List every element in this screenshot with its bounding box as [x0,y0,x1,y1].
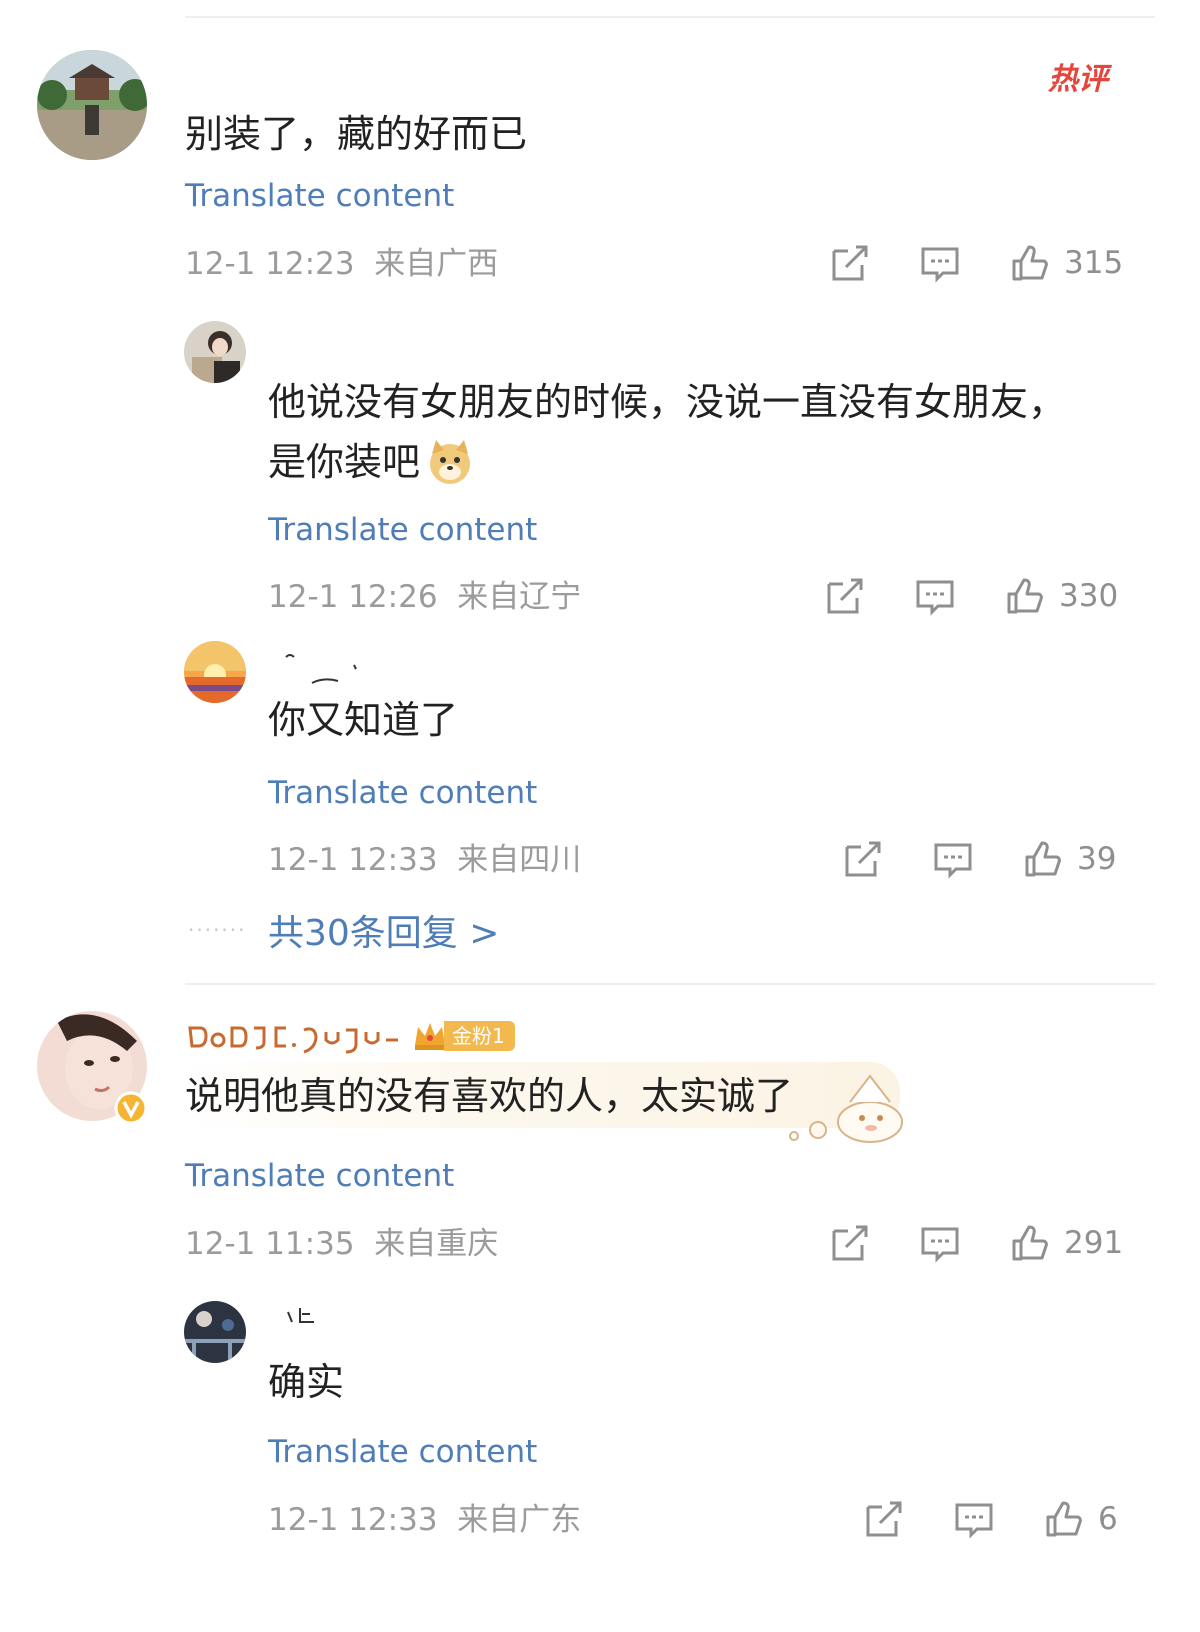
share-icon[interactable] [830,1223,870,1263]
comment-icon[interactable] [954,1499,994,1539]
comment-time: 12-1 12:26 [268,579,438,615]
view-replies-link[interactable]: 共30条回复 > [268,912,499,956]
comment-actions: 291 [830,1218,1123,1268]
comment-time: 12-1 12:33 [268,842,438,878]
like-count: 291 [1064,1225,1124,1261]
like-icon[interactable] [1023,839,1063,879]
like-count: 6 [1098,1501,1118,1537]
comment-actions: 315 [830,238,1123,288]
blurred-username-icon [284,1302,334,1332]
translate-link[interactable]: Translate content [268,1432,537,1472]
hot-comment-badge: 热评 [1048,62,1108,97]
share-icon[interactable] [825,576,865,616]
translate-link[interactable]: Translate content [185,1156,454,1196]
like-icon[interactable] [1005,576,1045,616]
like-icon[interactable] [1010,1223,1050,1263]
reply-text: 他说没有女朋友的时候，没说一直没有女朋友， 是你装吧 [268,372,1098,492]
comment-icon[interactable] [920,1223,960,1263]
dots-separator: ······· [188,918,247,942]
comment-location: 来自辽宁 [457,579,582,615]
like-icon[interactable] [1044,1499,1084,1539]
comment-meta: 12-1 11:35 来自重庆 [185,1224,498,1264]
share-icon[interactable] [843,839,883,879]
comment-text: 别装了，藏的好而已 [185,112,528,156]
comment-time: 12-1 12:33 [268,1502,438,1538]
crown-icon [412,1019,448,1053]
comment-meta: 12-1 12:26 来自辽宁 [268,577,581,617]
like-icon[interactable] [1010,243,1050,283]
comment-actions: 39 [843,834,1116,884]
translate-link[interactable]: Translate content [268,773,537,813]
username-stylized-icon[interactable] [186,1018,406,1058]
comment-text: 说明他真的没有喜欢的人，太实诚了 [185,1074,794,1118]
translate-link[interactable]: Translate content [268,510,537,550]
comment-location: 来自广东 [457,1502,582,1538]
comment-icon[interactable] [933,839,973,879]
avatar[interactable] [184,321,246,383]
comment-divider [185,983,1155,985]
like-count: 39 [1077,841,1117,877]
comment-actions: 6 [864,1494,1118,1544]
comment-meta: 12-1 12:23 来自广西 [185,244,498,284]
comment-actions: 330 [825,571,1118,621]
comment-meta: 12-1 12:33 来自四川 [268,840,581,880]
avatar[interactable] [37,50,147,160]
like-count: 315 [1064,245,1124,281]
like-count: 330 [1059,578,1119,614]
fan-badge[interactable]: 金粉1 [412,1019,515,1053]
avatar[interactable] [184,1301,246,1363]
comment-icon[interactable] [915,576,955,616]
reply-text: 你又知道了 [268,698,459,742]
comment-time: 12-1 11:35 [185,1226,355,1262]
comment-icon[interactable] [920,243,960,283]
comment-meta: 12-1 12:33 来自广东 [268,1500,581,1540]
reply-text: 确实 [268,1360,345,1404]
bubble-decoration-icon [788,1072,908,1152]
blurred-username-icon [282,645,362,685]
comment-location: 来自重庆 [374,1226,499,1262]
verified-icon [114,1091,148,1125]
doge-emoji-icon [426,438,474,486]
reply-text-fragment: 是你装吧 [268,440,421,484]
top-divider [185,16,1155,18]
reply-text-line: 是你装吧 [268,432,1098,492]
comment-location: 来自四川 [457,842,582,878]
comment-time: 12-1 12:23 [185,246,355,282]
reply-text-line: 他说没有女朋友的时候，没说一直没有女朋友， [268,380,1067,424]
translate-link[interactable]: Translate content [185,176,454,216]
avatar[interactable] [184,641,246,703]
share-icon[interactable] [864,1499,904,1539]
fan-badge-label: 金粉1 [444,1021,515,1051]
comment-location: 来自广西 [374,246,499,282]
share-icon[interactable] [830,243,870,283]
